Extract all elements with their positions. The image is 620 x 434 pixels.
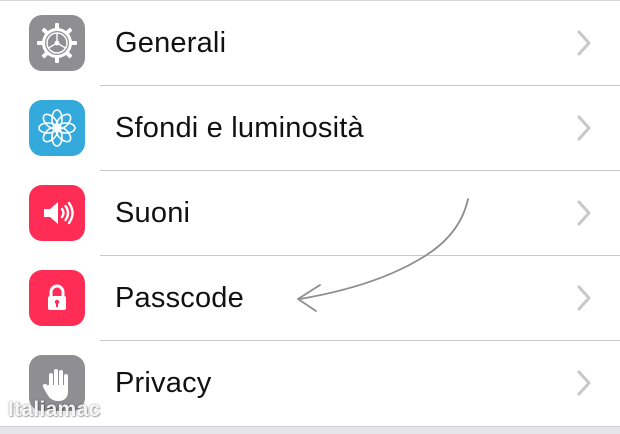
settings-row-label: Suoni [115, 197, 191, 229]
speaker-icon [29, 185, 85, 241]
chevron-right-icon [577, 200, 591, 226]
settings-row-label: Sfondi e luminosità [115, 112, 364, 144]
annotation-arrow [297, 198, 469, 312]
settings-list: Generali Sfondi e luminosità Suoni Passc… [0, 0, 620, 427]
settings-row-label: Generali [115, 27, 227, 59]
chevron-right-icon [577, 115, 591, 141]
flower-icon [29, 100, 85, 156]
settings-row-label: Passcode [115, 282, 244, 314]
settings-row-label: Privacy [115, 367, 212, 399]
watermark: Italiamac [8, 398, 101, 421]
chevron-right-icon [577, 285, 591, 311]
settings-row-generali[interactable]: Generali [0, 1, 620, 86]
gear-icon [29, 15, 85, 71]
chevron-right-icon [577, 370, 591, 396]
chevron-right-icon [577, 30, 591, 56]
lock-icon [29, 270, 85, 326]
settings-row-sfondi[interactable]: Sfondi e luminosità [0, 86, 620, 171]
